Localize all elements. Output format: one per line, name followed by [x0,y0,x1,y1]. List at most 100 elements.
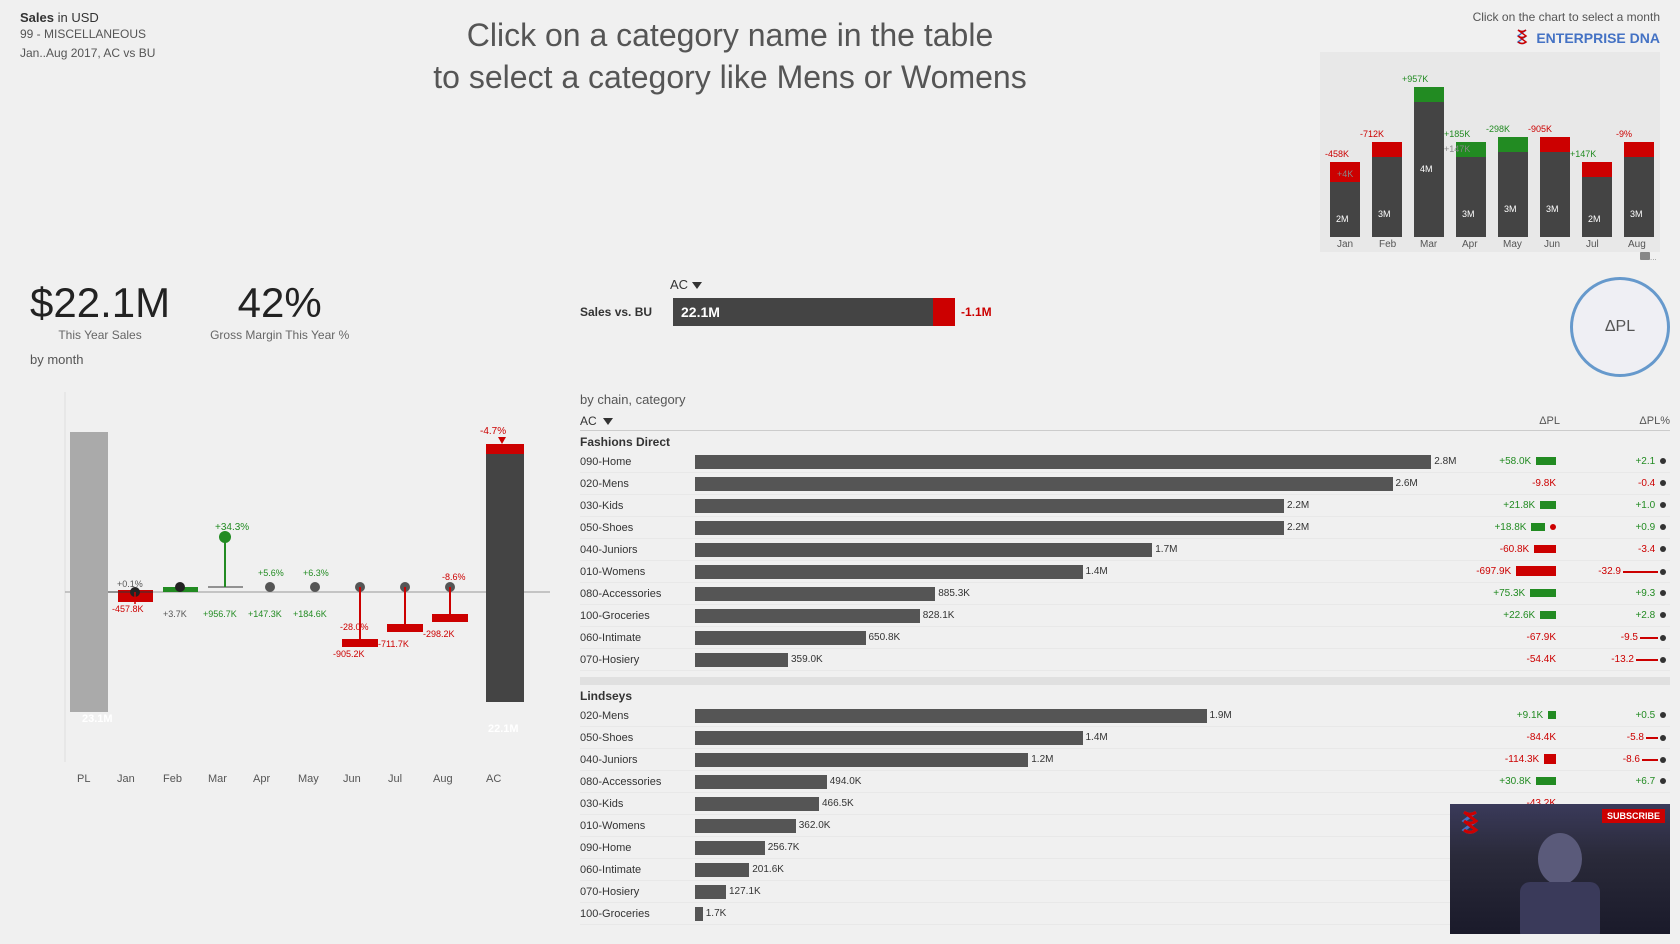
cat-010-womens[interactable]: 010-Womens [580,566,695,578]
cat-060-int[interactable]: 060-Intimate [580,632,695,644]
delta-indicator-bar [933,298,955,326]
svg-text:+957K: +957K [1402,74,1428,84]
pct-020: -0.4 [1560,478,1670,489]
l-bar-060: 201.6K [695,862,1470,878]
ac-dropdown[interactable]: AC [670,277,702,292]
svg-text:+5.6%: +5.6% [258,568,284,578]
svg-text:+147.3K: +147.3K [248,609,282,619]
bar-val-080: 885.3K [938,588,970,599]
svg-text:+147K: +147K [1444,144,1470,154]
delta-090: +58.0K [1470,456,1560,467]
delta-080: +75.3K [1470,588,1560,599]
lindseys-name: Lindseys [580,685,1670,705]
cat-050-shoes[interactable]: 050-Shoes [580,522,695,534]
l-cat-020[interactable]: 020-Mens [580,710,695,722]
bar-030 [695,499,1284,513]
bar-060 [695,631,866,645]
table-row: 050-Shoes 2.2M +18.8K +0.9 [580,517,1670,539]
cat-bar-020: 2.6M [695,476,1470,492]
kpi-row: $22.1M This Year Sales 42% Gross Margin … [10,272,570,352]
svg-text:Mar: Mar [1420,239,1438,250]
person-silhouette [1500,824,1620,934]
svg-text:-298.2K: -298.2K [423,629,455,639]
cat-090-home[interactable]: 090-Home [580,456,695,468]
l-cat-090[interactable]: 090-Home [580,842,695,854]
bar-010 [695,565,1083,579]
svg-text:+34.3%: +34.3% [215,522,249,533]
subscribe-badge[interactable]: SUBSCRIBE [1602,809,1665,823]
svg-text:3M: 3M [1504,204,1517,214]
svg-text:-712K: -712K [1360,129,1384,139]
l-bar-070: 127.1K [695,884,1470,900]
delta-bar-050 [1531,523,1545,531]
fashions-direct-section: Fashions Direct 090-Home 2.8M +58.0K [580,431,1670,671]
monthly-chart-top[interactable]: -458K -712K +957K +185K -298K -905K +147… [1320,52,1660,272]
cat-020-mens[interactable]: 020-Mens [580,478,695,490]
page-container: Sales in USD 99 - MISCELLANEOUS Jan..Aug… [0,0,1680,944]
delta-pl-text: ΔPL [1605,318,1635,336]
cat-bar-080: 885.3K [695,586,1470,602]
sales-label: This Year Sales [30,328,170,342]
l-cat-060[interactable]: 060-Intimate [580,864,695,876]
l-bar-020: 1.9M [695,708,1470,724]
svg-text:May: May [298,773,319,785]
bar-090 [695,455,1431,469]
bar-070 [695,653,788,667]
svg-text:...: ... [1650,253,1657,262]
delta-060: -67.9K [1470,632,1560,643]
svg-text:-905.2K: -905.2K [333,649,365,659]
cat-080-acc[interactable]: 080-Accessories [580,588,695,600]
svg-text:Mar: Mar [208,773,227,785]
svg-text:-28.0%: -28.0% [340,622,369,632]
l-cat-080[interactable]: 080-Accessories [580,776,695,788]
ac-dropdown-arrow [603,418,613,425]
sales-bar-row: Sales vs. BU 22.1M -1.1M [580,298,1500,326]
l-delta-050: -84.4K [1470,732,1560,743]
dot-080 [1660,590,1666,596]
dot-100 [1660,612,1666,618]
dot-020 [1660,480,1666,486]
delta-050: +18.8K [1470,522,1560,533]
cat-100-groc[interactable]: 100-Groceries [580,610,695,622]
l-cat-100[interactable]: 100-Groceries [580,908,695,920]
delta-bar-090 [1536,457,1556,465]
cat-030-kids[interactable]: 030-Kids [580,500,695,512]
bar-080 [695,587,935,601]
l-cat-030[interactable]: 030-Kids [580,798,695,810]
right-header: Click on the chart to select a month ENT… [1280,10,1660,272]
table-row: 040-Juniors 1.7M -60.8K -3.4 [580,539,1670,561]
cat-070-hos[interactable]: 070-Hosiery [580,654,695,666]
delta-010: -697.9K [1470,566,1560,577]
sales-vs-bu-label: Sales vs. BU [580,305,665,319]
svg-text:-298K: -298K [1486,124,1510,134]
dot-060 [1660,635,1666,641]
ac-col-label[interactable]: AC [580,414,613,428]
l-cat-010[interactable]: 010-Womens [580,820,695,832]
cat-040-juniors[interactable]: 040-Juniors [580,544,695,556]
l-pct-050: -5.8 [1560,732,1670,743]
table-row: 100-Groceries 828.1K +22.6K +2.8 [580,605,1670,627]
svg-text:+0.1%: +0.1% [117,579,143,589]
svg-text:2M: 2M [1336,214,1349,224]
period-label: Jan..Aug 2017, AC vs BU [20,44,180,63]
l-cat-050[interactable]: 050-Shoes [580,732,695,744]
svg-text:-4.7%: -4.7% [480,426,506,437]
main-instruction: Click on a category name in the tableto … [180,10,1280,98]
l-delta-020: +9.1K [1470,710,1560,721]
table-col-headers: AC ΔPL ΔPL% [580,412,1670,431]
bar-100 [695,609,920,623]
l-bar-090: 256.7K [695,840,1470,856]
l-cat-040[interactable]: 040-Juniors [580,754,695,766]
svg-text:Jun: Jun [343,773,361,785]
monthly-chart-svg: -458K -712K +957K +185K -298K -905K +147… [1320,52,1660,272]
left-panel: $22.1M This Year Sales 42% Gross Margin … [10,272,570,944]
svg-text:Jul: Jul [1586,239,1599,250]
cat-bar-070: 359.0K [695,652,1470,668]
sales-bar-section: AC Sales vs. BU 22.1M -1.1M [580,277,1500,326]
pct-050: +0.9 [1560,522,1670,533]
svg-text:22.1M: 22.1M [488,723,519,735]
chart-click-instruction: Click on the chart to select a month [1473,10,1660,24]
l-delta-040: -114.3K [1470,754,1560,765]
bar-040 [695,543,1152,557]
l-cat-070[interactable]: 070-Hosiery [580,886,695,898]
